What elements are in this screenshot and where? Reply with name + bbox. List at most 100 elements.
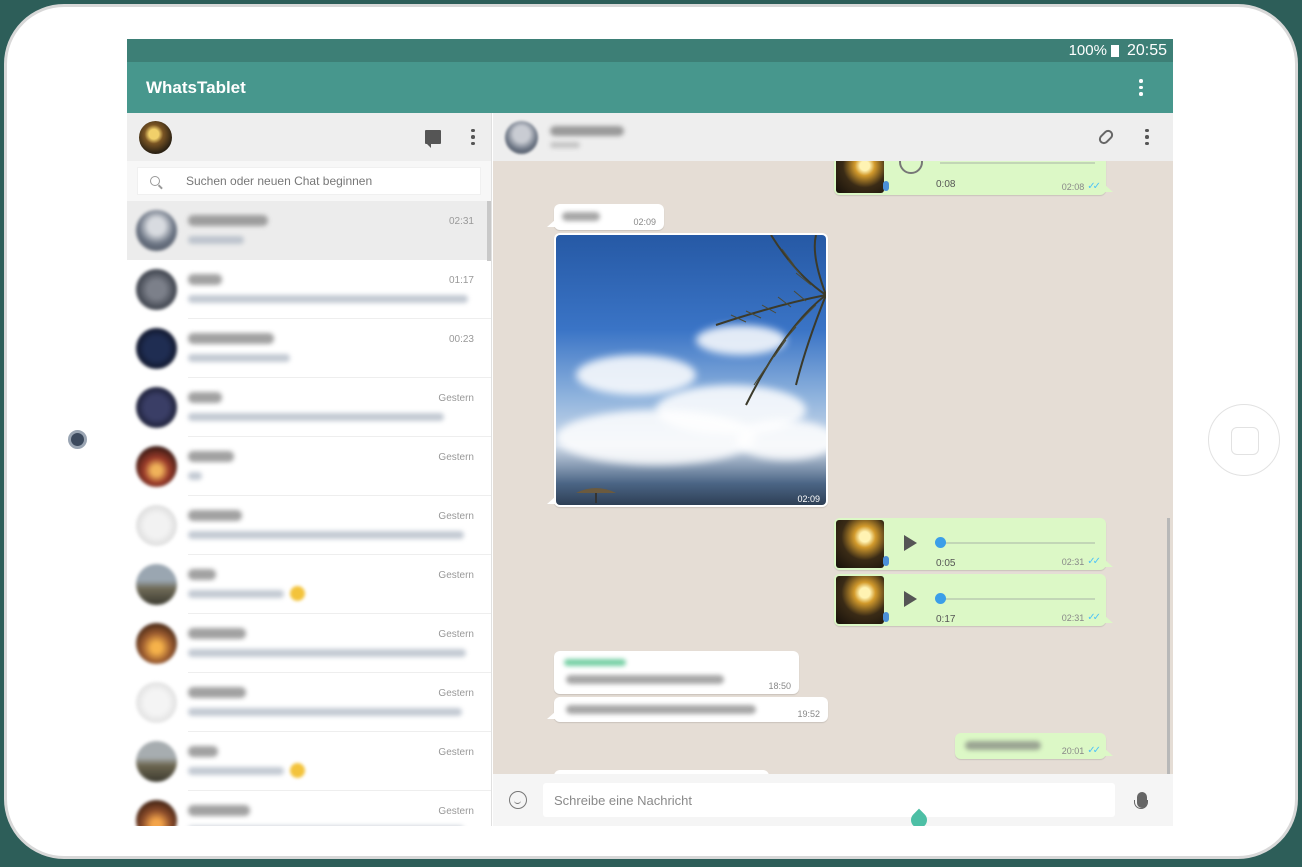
home-button-icon [1231, 427, 1259, 455]
photo-message[interactable]: 02:09 [547, 233, 828, 507]
battery-level: 100% [1068, 42, 1107, 59]
conversation-scrollbar[interactable] [1167, 518, 1170, 774]
chat-name [188, 569, 216, 580]
chat-name [188, 687, 246, 698]
message-time: 02:09 [797, 494, 820, 504]
voice-sender-thumbnail [836, 161, 889, 193]
my-avatar[interactable] [139, 120, 172, 154]
search-input[interactable]: Suchen oder neuen Chat beginnen [137, 167, 481, 195]
list-menu-icon[interactable] [467, 128, 479, 146]
voice-duration: 0:17 [936, 614, 956, 625]
contact-avatar [136, 446, 177, 487]
download-icon[interactable] [899, 161, 923, 174]
chat-summary: Gestern [188, 555, 491, 614]
contact-avatar [136, 328, 177, 369]
chat-list-scrollbar[interactable] [487, 201, 491, 261]
chat-list-item[interactable]: 01:17 [127, 260, 491, 319]
conversation-header [493, 113, 1173, 161]
audio-scrubber[interactable] [935, 593, 946, 604]
conversation-menu-icon[interactable] [1141, 128, 1153, 146]
profile-header [127, 113, 491, 161]
message-time: 19:52 [797, 709, 820, 719]
chat-summary: Gestern [188, 732, 491, 791]
audio-scrubber[interactable] [935, 537, 946, 548]
chat-list-item[interactable]: 00:23 [127, 319, 491, 378]
chat-name [188, 451, 234, 462]
chat-list-item[interactable]: Gestern [127, 791, 491, 826]
app-bar: WhatsTablet [127, 62, 1173, 113]
app-title: WhatsTablet [146, 77, 246, 97]
chat-name [188, 805, 250, 816]
message-text [566, 675, 724, 684]
mic-icon [883, 612, 889, 622]
chat-time: 01:17 [448, 275, 474, 286]
chat-summary: Gestern [188, 378, 491, 437]
voice-message: 0:08 02:08 ✓✓ [834, 161, 1113, 195]
screen: 100% 20:55 WhatsTablet Suchen oder neuen… [127, 39, 1173, 826]
emoji-icon [290, 763, 305, 778]
app-menu-icon[interactable] [1135, 79, 1147, 96]
audio-track[interactable] [940, 162, 1095, 164]
chat-summary: Gestern [188, 614, 491, 673]
voice-sender-thumbnail [836, 576, 889, 624]
chat-time: Gestern [438, 806, 474, 817]
mic-icon [883, 181, 889, 191]
play-icon[interactable] [904, 535, 917, 551]
audio-track[interactable] [940, 542, 1095, 544]
chat-list-item[interactable]: Gestern [127, 496, 491, 555]
message-time: 20:01 ✓✓ [1061, 745, 1101, 756]
chat-time: Gestern [438, 688, 474, 699]
chat-list: 02:31 01:17 00:23 Gestern Gestern Gestern Gest… [127, 201, 491, 826]
chat-summary: 00:23 [188, 319, 491, 378]
chat-list-item[interactable]: Gestern [127, 437, 491, 496]
message-time: 02:09 [633, 217, 656, 227]
chat-preview [188, 354, 290, 362]
chat-time: Gestern [438, 747, 474, 758]
contact-avatar[interactable] [505, 120, 538, 154]
chat-summary: Gestern [188, 673, 491, 732]
chat-preview [188, 649, 466, 657]
voice-record-icon[interactable] [1134, 792, 1148, 809]
status-bar: 100% 20:55 [127, 39, 1173, 62]
chat-time: Gestern [438, 511, 474, 522]
chat-summary: Gestern [188, 791, 491, 826]
voice-message: 0:17 02:31 ✓✓ [834, 574, 1113, 626]
chat-summary: Gestern [188, 437, 491, 496]
emoji-icon[interactable] [509, 791, 527, 809]
home-button[interactable] [1208, 404, 1280, 476]
chat-time: Gestern [438, 393, 474, 404]
chat-time: Gestern [438, 629, 474, 640]
voice-duration: 0:08 [936, 179, 956, 190]
chat-list-item[interactable]: Gestern [127, 555, 491, 614]
chat-list-item[interactable]: 02:31 [127, 201, 491, 260]
contact-avatar [136, 387, 177, 428]
chat-list-item[interactable]: Gestern [127, 378, 491, 437]
chat-preview [188, 767, 284, 775]
conversation-panel: 0:08 02:08 ✓✓ 02:09 02:09 0:05 02:31 ✓✓ … [493, 113, 1173, 826]
chat-time: Gestern [438, 452, 474, 463]
photo-image[interactable] [556, 235, 826, 505]
new-chat-icon[interactable] [425, 130, 441, 148]
contact-avatar [136, 210, 177, 251]
contact-avatar [136, 564, 177, 605]
contact-status [550, 142, 580, 148]
contact-avatar [136, 741, 177, 782]
chat-list-item[interactable]: Gestern [127, 614, 491, 673]
chat-name [188, 392, 222, 403]
chat-summary: Gestern [188, 496, 491, 555]
sender-name [564, 659, 626, 666]
chat-list-item[interactable]: Gestern [127, 732, 491, 791]
message-input[interactable] [543, 783, 1115, 817]
chat-name [188, 274, 222, 285]
message-text [965, 741, 1041, 750]
chat-preview [188, 708, 462, 716]
play-icon[interactable] [904, 591, 917, 607]
audio-track[interactable] [940, 598, 1095, 600]
chat-preview [188, 413, 444, 421]
chat-list-item[interactable]: Gestern [127, 673, 491, 732]
search-bar: Suchen oder neuen Chat beginnen [127, 161, 491, 201]
palm-tree-graphic [576, 235, 826, 503]
contact-name [550, 126, 624, 136]
attach-icon[interactable] [1096, 127, 1116, 147]
search-placeholder: Suchen oder neuen Chat beginnen [186, 174, 373, 188]
